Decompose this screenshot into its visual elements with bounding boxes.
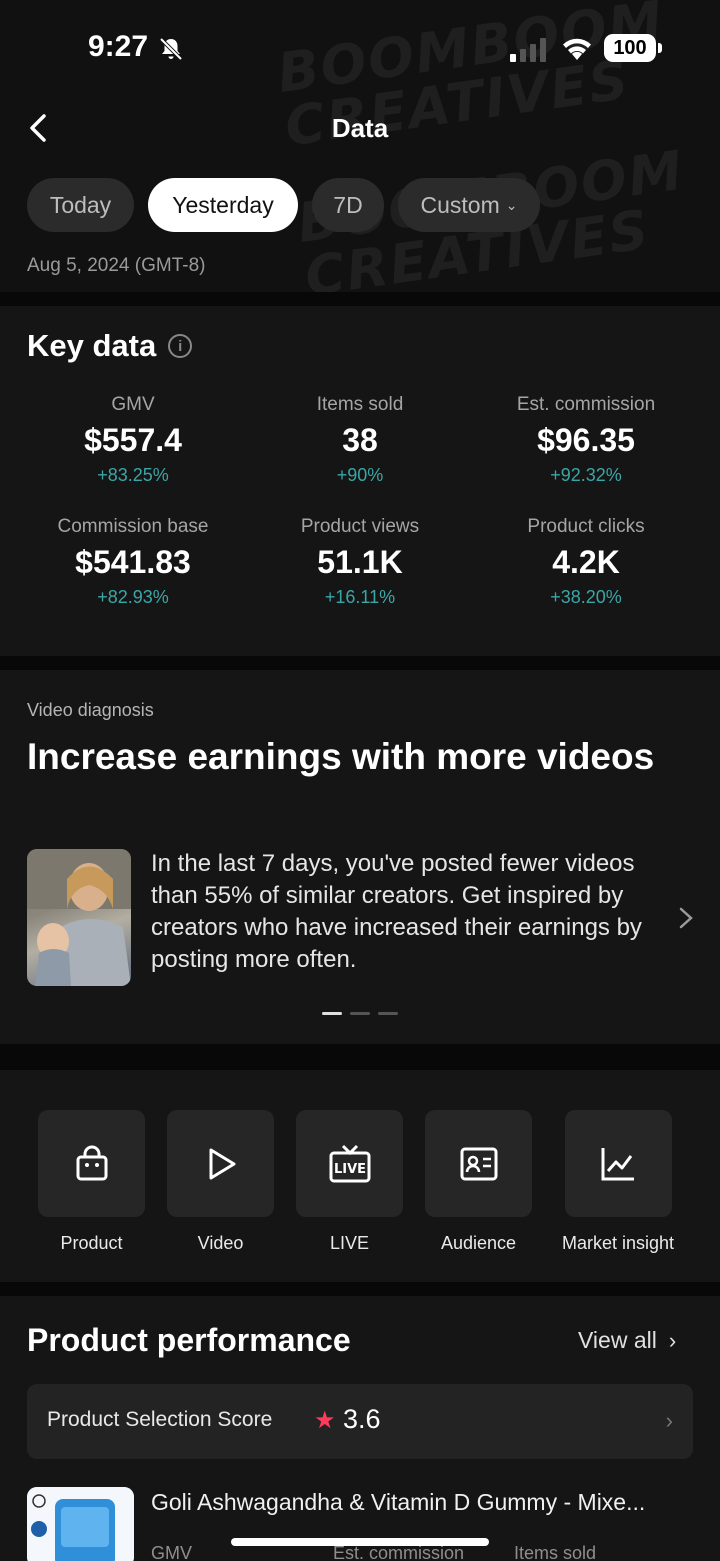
- divider: [0, 1282, 720, 1296]
- score-value: 3.6: [343, 1404, 381, 1434]
- view-all-label: View all: [578, 1327, 657, 1353]
- svg-text:LIVE: LIVE: [333, 1162, 365, 1177]
- product-selection-score-bar[interactable]: Product Selection Score ★ 3.6 ›: [27, 1384, 693, 1459]
- shortcut-label: Video: [197, 1233, 244, 1253]
- shortcut-product[interactable]: Product: [38, 1110, 145, 1254]
- date-range: Aug 5, 2024 (GMT-8): [27, 255, 206, 276]
- shortcut-tile: [167, 1110, 274, 1217]
- chevron-right-icon: ›: [668, 1327, 677, 1353]
- product-name[interactable]: Goli Ashwagandha & Vitamin D Gummy - Mix…: [151, 1489, 691, 1516]
- shortcut-tile: [425, 1110, 532, 1217]
- metric-gmv[interactable]: GMV $557.4 +83.25%: [13, 394, 253, 486]
- line-chart-icon: [601, 1147, 634, 1180]
- wifi-icon: [563, 38, 591, 60]
- metric-label: Est. commission: [516, 394, 656, 415]
- bell-muted-icon: [159, 37, 183, 61]
- divider: [0, 292, 720, 306]
- chevron-right-icon[interactable]: [676, 902, 696, 934]
- play-icon: [209, 1148, 235, 1179]
- signal-icon: [510, 38, 546, 62]
- divider: [0, 1044, 720, 1070]
- status-bar: 9:27 100: [0, 0, 720, 98]
- metric-value: $541.83: [75, 544, 191, 580]
- id-card-icon: [460, 1147, 497, 1180]
- home-indicator[interactable]: [231, 1538, 489, 1546]
- metric-change: +83.25%: [97, 465, 169, 485]
- product-thumbnail[interactable]: [27, 1487, 134, 1561]
- metric-commission-base[interactable]: Commission base $541.83 +82.93%: [13, 516, 253, 608]
- view-all-link[interactable]: View all ›: [578, 1327, 676, 1354]
- shortcut-market-insight[interactable]: Market insight: [554, 1110, 682, 1254]
- chevron-right-icon: ›: [665, 1408, 673, 1433]
- product-image: [27, 1487, 134, 1561]
- metric-value: 51.1K: [317, 544, 403, 580]
- metric-change: +90%: [336, 465, 384, 485]
- shortcut-label: Product: [60, 1233, 123, 1253]
- carousel-dot: [378, 1012, 398, 1015]
- status-time: 9:27: [88, 30, 149, 63]
- product-performance-title: Product performance: [27, 1322, 351, 1358]
- metric-label: Commission base: [57, 516, 209, 537]
- metric-change: +82.93%: [97, 587, 169, 607]
- chevron-down-icon: ⌄: [505, 196, 518, 213]
- carousel-dots: [322, 1012, 398, 1015]
- shortcut-tile: [564, 1110, 672, 1217]
- shortcut-live[interactable]: LIVE LIVE: [296, 1110, 403, 1254]
- score-label: Product Selection Score: [47, 1408, 273, 1431]
- key-data-heading: Key data: [27, 328, 157, 363]
- metric-value: 38: [342, 422, 378, 458]
- shortcut-tile: [38, 1110, 145, 1217]
- shopping-bag-icon: [76, 1145, 107, 1180]
- metric-label: GMV: [111, 394, 155, 415]
- metric-value: $557.4: [84, 422, 182, 458]
- video-thumbnail[interactable]: [27, 849, 131, 986]
- metric-label: Items sold: [316, 394, 404, 415]
- shortcut-label: LIVE: [329, 1233, 370, 1253]
- shortcut-audience[interactable]: Audience: [425, 1110, 532, 1254]
- divider: [0, 656, 720, 670]
- star-icon: ★: [314, 1407, 336, 1434]
- column-gmv: GMV: [151, 1543, 193, 1561]
- metric-change: +38.20%: [550, 587, 622, 607]
- carousel-dot: [350, 1012, 370, 1015]
- shortcut-video[interactable]: Video: [167, 1110, 274, 1254]
- metric-est-commission[interactable]: Est. commission $96.35 +92.32%: [466, 394, 706, 486]
- tab-custom[interactable]: Custom ⌄: [398, 178, 540, 232]
- column-items-sold: Items sold: [514, 1543, 597, 1561]
- video-diagnosis-label: Video diagnosis: [27, 700, 154, 720]
- metric-change: +16.11%: [324, 587, 396, 607]
- date-tabs: Today Yesterday 7D Custom ⌄: [27, 178, 540, 232]
- info-icon[interactable]: i: [168, 334, 193, 358]
- metric-value: $96.35: [537, 422, 635, 458]
- tab-yesterday[interactable]: Yesterday: [148, 178, 298, 232]
- page-title: Data: [331, 113, 389, 143]
- key-data-title: Key data i: [27, 328, 193, 364]
- screen: BOOMBOOMCREATIVES BOOMBOOMCREATIVES BOOM…: [0, 0, 720, 1561]
- tab-today[interactable]: Today: [27, 178, 134, 232]
- carousel-dot-active: [322, 1012, 342, 1015]
- live-tv-icon: LIVE: [329, 1144, 370, 1182]
- video-diagnosis-title: Increase earnings with more videos: [27, 736, 655, 777]
- battery-indicator: 100: [604, 34, 662, 62]
- metric-items-sold[interactable]: Items sold 38 +90%: [240, 394, 480, 486]
- metric-product-clicks[interactable]: Product clicks 4.2K +38.20%: [466, 516, 706, 608]
- shortcut-label: Audience: [440, 1233, 517, 1253]
- metric-label: Product clicks: [527, 516, 645, 537]
- tab-7d[interactable]: 7D: [312, 178, 384, 232]
- metric-value: 4.2K: [552, 544, 620, 580]
- shortcut-label: Market insight: [561, 1233, 675, 1253]
- metric-change: +92.32%: [550, 465, 622, 485]
- metric-product-views[interactable]: Product views 51.1K +16.11%: [240, 516, 480, 608]
- tab-custom-label: Custom: [420, 191, 500, 218]
- metric-label: Product views: [300, 516, 420, 537]
- video-diagnosis-body: In the last 7 days, you've posted fewer …: [151, 850, 642, 973]
- thumbnail-photo: [27, 849, 131, 986]
- shortcut-tile: LIVE: [296, 1110, 403, 1217]
